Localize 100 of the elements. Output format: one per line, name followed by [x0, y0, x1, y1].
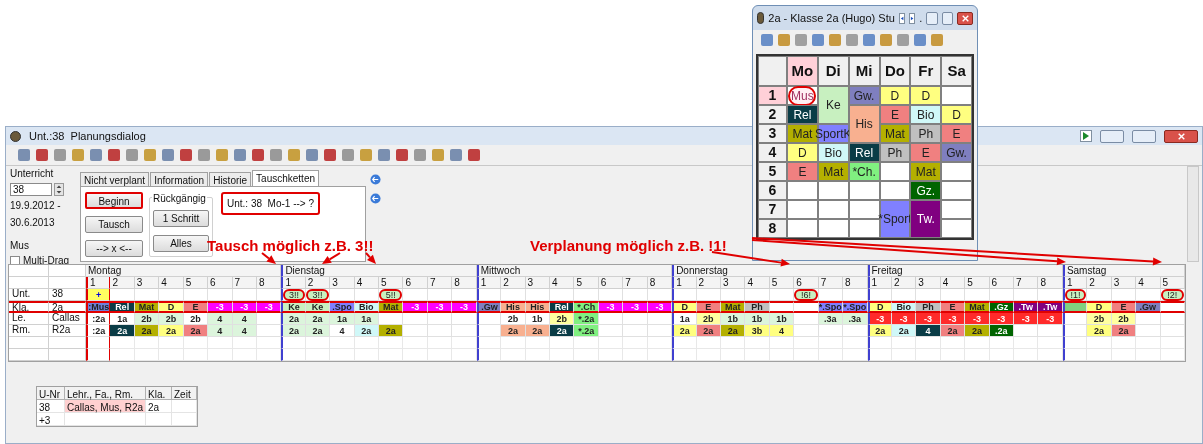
lesson-cell[interactable]: Rel	[110, 301, 135, 313]
toolbar-icon[interactable]	[468, 149, 480, 161]
lesson-cell[interactable]: 2b	[159, 313, 184, 325]
toolbar-icon[interactable]	[252, 149, 264, 161]
lesson-cell[interactable]: Mus	[788, 85, 817, 106]
toolbar-icon[interactable]	[795, 34, 807, 46]
lesson-cell[interactable]: -3	[1038, 313, 1063, 325]
lesson-cell[interactable]: Rel	[550, 301, 575, 313]
toolbar-icon[interactable]	[914, 34, 926, 46]
lesson-cell[interactable]: .Spo	[330, 301, 355, 313]
lesson-cell[interactable]: 2b	[696, 313, 721, 325]
toolbar-icon[interactable]	[162, 149, 174, 161]
back-icon[interactable]	[370, 174, 381, 185]
lesson-cell[interactable]: .Gz	[989, 301, 1015, 313]
lesson-cell[interactable]: 3b	[745, 325, 770, 337]
toolbar-icon[interactable]	[54, 149, 66, 161]
lesson-cell[interactable]: 2a	[159, 325, 184, 337]
lesson-cell[interactable]: 2a	[501, 325, 526, 337]
lesson-cell[interactable]: -3	[891, 313, 917, 325]
lesson-cell[interactable]: 2a	[1111, 325, 1137, 337]
spinner-icon[interactable]	[54, 183, 64, 196]
lesson-cell[interactable]: -3	[1014, 313, 1039, 325]
tab[interactable]: Information	[150, 172, 209, 186]
lesson-cell[interactable]: D	[159, 301, 184, 313]
lesson-cell[interactable]: 1b	[720, 313, 746, 325]
lesson-cell[interactable]: +	[86, 289, 111, 301]
toolbar-icon[interactable]	[829, 34, 841, 46]
lesson-cell[interactable]: Mat	[379, 301, 404, 313]
lesson-cell[interactable]: 2a	[891, 325, 917, 337]
lesson-cell[interactable]: 2a	[672, 325, 697, 337]
lesson-cell[interactable]: 1a	[672, 313, 697, 325]
lesson-cell[interactable]: 2b	[183, 313, 209, 325]
lesson-cell[interactable]: 1a	[110, 313, 135, 325]
toolbar-icon[interactable]	[761, 34, 773, 46]
toolbar-icon[interactable]	[880, 34, 892, 46]
lesson-cell[interactable]: 1b	[769, 313, 795, 325]
lesson-cell[interactable]: 2b	[1087, 313, 1112, 325]
toolbar-icon[interactable]	[306, 149, 318, 161]
lesson-cell[interactable]: 2a	[305, 313, 331, 325]
lesson-cell[interactable]: 2a	[305, 325, 331, 337]
toolbar-icon[interactable]	[36, 149, 48, 161]
previous-icon[interactable]	[898, 12, 906, 24]
back-icon[interactable]	[370, 193, 381, 204]
lesson-cell[interactable]: 1b	[745, 313, 770, 325]
toolbar-icon[interactable]	[414, 149, 426, 161]
toolbar-icon[interactable]	[324, 149, 336, 161]
lesson-cell[interactable]: *.2a	[574, 325, 599, 337]
lesson-cell[interactable]: 2a	[183, 325, 209, 337]
lesson-cell[interactable]: 2a	[1087, 325, 1112, 337]
toolbar-icon[interactable]	[897, 34, 909, 46]
toolbar-icon[interactable]	[450, 149, 462, 161]
tab[interactable]: Tauschketten	[252, 170, 319, 186]
lesson-cell[interactable]: 2a	[281, 313, 306, 325]
lesson-cell[interactable]: Ke	[281, 301, 306, 313]
lesson-cell[interactable]: E	[696, 301, 721, 313]
lesson-cell[interactable]: 2a	[134, 325, 160, 337]
toolbar-icon[interactable]	[234, 149, 246, 161]
lesson-cell[interactable]: 2b	[1111, 313, 1137, 325]
lesson-cell[interactable]: 1a	[354, 313, 380, 325]
scrollbar[interactable]	[1187, 166, 1199, 262]
toolbar-icon[interactable]	[778, 34, 790, 46]
lesson-cell[interactable]: -3	[965, 313, 990, 325]
lesson-cell[interactable]: Mat	[965, 301, 990, 313]
toolbar-icon[interactable]	[180, 149, 192, 161]
toolbar-icon[interactable]	[360, 149, 372, 161]
empty-cell[interactable]	[848, 219, 880, 238]
lesson-cell[interactable]: :Mus	[86, 301, 111, 313]
maximize-button[interactable]	[941, 11, 954, 25]
lesson-cell[interactable]: 2a	[720, 325, 746, 337]
lesson-cell[interactable]: 2a	[965, 325, 990, 337]
toolbar-icon[interactable]	[72, 149, 84, 161]
toolbar-icon[interactable]	[198, 149, 210, 161]
maximize-button[interactable]	[1132, 129, 1156, 143]
toolbar-icon[interactable]	[863, 34, 875, 46]
toolbar-icon[interactable]	[270, 149, 282, 161]
action-button[interactable]: --> x <--	[85, 240, 143, 257]
toolbar-icon[interactable]	[288, 149, 300, 161]
empty-cell[interactable]	[941, 219, 972, 238]
lesson-cell[interactable]: -3	[940, 313, 966, 325]
lesson-cell[interactable]: E	[1111, 301, 1137, 313]
lesson-cell[interactable]: 2a	[550, 325, 575, 337]
lesson-cell[interactable]: 2b	[550, 313, 575, 325]
toolbar-icon[interactable]	[846, 34, 858, 46]
empty-cell[interactable]	[848, 181, 880, 200]
lesson-cell[interactable]: 2a	[281, 325, 306, 337]
lesson-cell[interactable]: -3	[916, 313, 941, 325]
lesson-cell[interactable]: His	[501, 301, 526, 313]
lesson-cell[interactable]: 2b	[501, 313, 526, 325]
lesson-cell[interactable]: .3a	[818, 313, 844, 325]
lesson-cell[interactable]: *.Ch	[574, 301, 599, 313]
lesson-cell[interactable]: Ph	[916, 301, 941, 313]
lesson-cell[interactable]: E	[183, 301, 209, 313]
close-button[interactable]	[957, 11, 973, 25]
action-button[interactable]: Beginn	[85, 192, 143, 209]
toolbar-icon[interactable]	[216, 149, 228, 161]
lesson-cell[interactable]: .Gw	[476, 301, 502, 313]
lesson-cell[interactable]	[1062, 301, 1088, 313]
lesson-cell[interactable]: -3	[867, 313, 892, 325]
empty-cell[interactable]	[86, 349, 111, 361]
toolbar-icon[interactable]	[812, 34, 824, 46]
